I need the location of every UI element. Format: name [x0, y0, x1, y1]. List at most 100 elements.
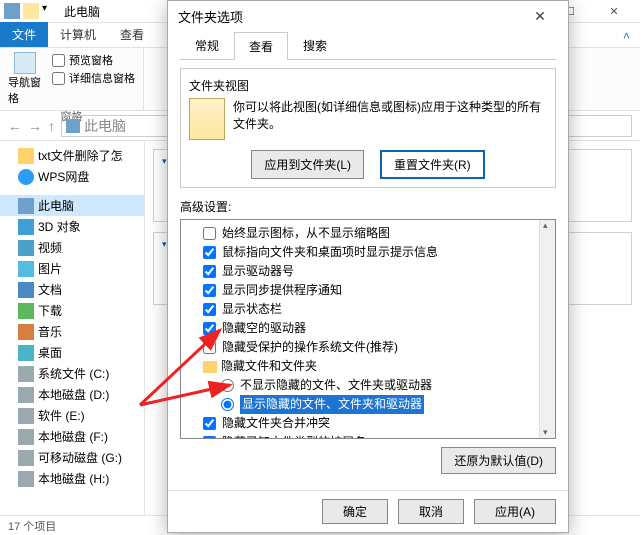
option-label: 显示隐藏的文件、文件夹和驱动器	[240, 395, 424, 414]
sidebar-item-label: WPS网盘	[38, 168, 89, 185]
tab-view[interactable]: 查看	[234, 32, 288, 60]
check-input[interactable]	[203, 265, 216, 278]
ribbon-collapse-icon[interactable]: ˄	[613, 25, 640, 47]
check-input[interactable]	[203, 322, 216, 335]
sidebar-item-label: 系统文件 (C:)	[38, 365, 109, 382]
sidebar-item[interactable]: 3D 对象	[0, 216, 144, 237]
sidebar-item-label: 文档	[38, 281, 62, 298]
nav-pane-icon	[14, 52, 36, 74]
sidebar-item-label: 可移动磁盘 (G:)	[38, 449, 122, 466]
sidebar-item[interactable]: 此电脑	[0, 195, 144, 216]
option-label: 隐藏文件夹合并冲突	[222, 414, 330, 433]
advanced-option[interactable]: 显示状态栏	[187, 300, 553, 319]
tab-search[interactable]: 搜索	[288, 31, 342, 59]
sidebar-item-label: 本地磁盘 (F:)	[38, 428, 108, 445]
advanced-option[interactable]: 显示隐藏的文件、文件夹和驱动器	[187, 395, 553, 414]
address-text: 此电脑	[84, 116, 126, 136]
sidebar-item[interactable]: 本地磁盘 (D:)	[0, 384, 144, 405]
apply-button[interactable]: 应用(A)	[474, 499, 556, 524]
dialog-close-icon[interactable]: ✕	[522, 2, 558, 30]
drv-icon	[18, 387, 34, 403]
sidebar-item[interactable]: 系统文件 (C:)	[0, 363, 144, 384]
sidebar-item[interactable]: 桌面	[0, 342, 144, 363]
sidebar-item[interactable]: 下载	[0, 300, 144, 321]
sidebar-item[interactable]: txt文件删除了怎	[0, 145, 144, 166]
ok-button[interactable]: 确定	[322, 499, 388, 524]
ribbon-view-tab[interactable]: 查看	[108, 22, 156, 47]
advanced-option[interactable]: 隐藏已知文件类型的扩展名	[187, 433, 553, 439]
drv-icon	[18, 429, 34, 445]
sidebar-item-label: 本地磁盘 (H:)	[38, 470, 109, 487]
dl-icon	[18, 303, 34, 319]
sidebar-item-label: 图片	[38, 260, 62, 277]
advanced-option[interactable]: 隐藏空的驱动器	[187, 319, 553, 338]
tab-general[interactable]: 常规	[180, 31, 234, 59]
close-button[interactable]: ✕	[592, 0, 636, 22]
dialog-actions: 确定 取消 应用(A)	[168, 490, 568, 532]
option-label: 显示状态栏	[222, 300, 282, 319]
sidebar-item[interactable]: 软件 (E:)	[0, 405, 144, 426]
check-input[interactable]	[203, 284, 216, 297]
nav-up-icon[interactable]: ↑	[48, 118, 55, 134]
sidebar-item[interactable]: 可移动磁盘 (G:)	[0, 447, 144, 468]
folder-ql-icon[interactable]	[23, 3, 39, 19]
sidebar-item[interactable]: 本地磁盘 (F:)	[0, 426, 144, 447]
sidebar-item-label: 本地磁盘 (D:)	[38, 386, 109, 403]
apply-to-folders-button[interactable]: 应用到文件夹(L)	[251, 150, 364, 179]
check-input[interactable]	[203, 246, 216, 259]
dialog-tabs: 常规 查看 搜索	[180, 31, 556, 60]
advanced-option[interactable]: 始终显示图标，从不显示缩略图	[187, 224, 553, 243]
nav-fwd-icon[interactable]: →	[28, 118, 42, 134]
sidebar-item-label: 3D 对象	[38, 218, 81, 235]
details-pane-toggle[interactable]: 详细信息窗格	[52, 70, 135, 86]
drv-icon	[18, 471, 34, 487]
dialog-title: 文件夹选项	[178, 7, 243, 26]
sidebar-item[interactable]: 视频	[0, 237, 144, 258]
check-input[interactable]	[203, 341, 216, 354]
nav-back-icon[interactable]: ←	[8, 118, 22, 134]
folder-icon	[203, 361, 217, 373]
radio-input[interactable]	[221, 398, 234, 411]
sidebar-item[interactable]: 图片	[0, 258, 144, 279]
restore-defaults-button[interactable]: 还原为默认值(D)	[441, 447, 556, 474]
advanced-option[interactable]: 隐藏文件夹合并冲突	[187, 414, 553, 433]
check-input[interactable]	[203, 227, 216, 240]
nav-pane-label: 导航窗格	[8, 74, 42, 106]
sidebar-item[interactable]: WPS网盘	[0, 166, 144, 187]
preview-pane-toggle[interactable]: 预览窗格	[52, 52, 135, 68]
folder-views-heading: 文件夹视图	[189, 77, 547, 94]
sidebar-item-label: 下载	[38, 302, 62, 319]
cancel-button[interactable]: 取消	[398, 499, 464, 524]
advanced-option[interactable]: 鼠标指向文件夹和桌面项时显示提示信息	[187, 243, 553, 262]
sidebar-item[interactable]: 音乐	[0, 321, 144, 342]
advanced-option[interactable]: 显示驱动器号	[187, 262, 553, 281]
advanced-option[interactable]: 隐藏受保护的操作系统文件(推荐)	[187, 338, 553, 357]
sidebar-item[interactable]: 文档	[0, 279, 144, 300]
check-input[interactable]	[203, 436, 216, 439]
dropdown-ql-icon[interactable]: ▾	[42, 3, 58, 19]
scrollbar[interactable]	[539, 220, 555, 438]
advanced-label: 高级设置:	[180, 198, 556, 215]
check-input[interactable]	[203, 417, 216, 430]
advanced-option[interactable]: 显示同步提供程序通知	[187, 281, 553, 300]
nav-sidebar[interactable]: txt文件删除了怎 WPS网盘此电脑 3D 对象视频图片文档下载音乐桌面系统文件 (…	[0, 141, 145, 515]
pc-icon	[18, 198, 34, 214]
sidebar-item-label: txt文件删除了怎	[38, 147, 123, 164]
advanced-settings-tree[interactable]: 始终显示图标，从不显示缩略图鼠标指向文件夹和桌面项时显示提示信息显示驱动器号显示…	[180, 219, 556, 439]
dialog-titlebar: 文件夹选项 ✕	[168, 1, 568, 31]
advanced-option[interactable]: 隐藏文件和文件夹	[187, 357, 553, 376]
check-input[interactable]	[203, 303, 216, 316]
sidebar-item-label: 桌面	[38, 344, 62, 361]
option-label: 显示同步提供程序通知	[222, 281, 342, 300]
window-title: 此电脑	[64, 3, 100, 20]
ribbon-computer-tab[interactable]: 计算机	[48, 22, 108, 47]
advanced-option[interactable]: 不显示隐藏的文件、文件夹或驱动器	[187, 376, 553, 395]
reset-folders-button[interactable]: 重置文件夹(R)	[380, 150, 485, 179]
option-label: 显示驱动器号	[222, 262, 294, 281]
nav-pane-button[interactable]: 导航窗格	[8, 52, 42, 106]
doc-icon	[18, 282, 34, 298]
radio-input[interactable]	[221, 379, 234, 392]
sidebar-item[interactable]: 本地磁盘 (H:)	[0, 468, 144, 489]
ribbon-file-tab[interactable]: 文件	[0, 22, 48, 47]
drv-icon	[18, 450, 34, 466]
